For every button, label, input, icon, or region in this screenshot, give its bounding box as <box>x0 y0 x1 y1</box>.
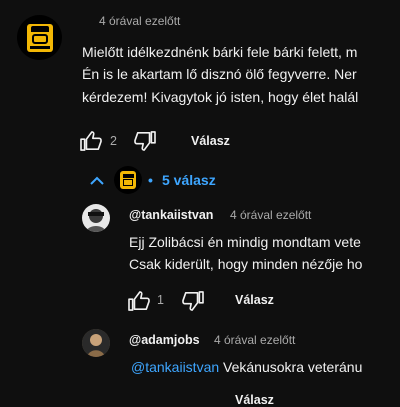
reply-1-like-button[interactable] <box>128 291 150 311</box>
comment-text-line-3: kérdezem! Kivagytok jó isten, hogy élet … <box>82 89 359 105</box>
replies-toggle-dot: • <box>148 172 153 188</box>
thumbs-down-icon <box>134 131 156 151</box>
reply-text-1-line-2: Csak kiderült, hogy minden nézője ho <box>129 256 363 272</box>
thumbs-down-icon <box>182 291 204 311</box>
reply-author-avatar-1[interactable] <box>82 204 110 232</box>
thumbs-up-icon <box>128 291 150 311</box>
replies-toggle[interactable]: • 5 válasz <box>88 166 228 194</box>
thumbs-up-icon <box>80 131 102 151</box>
reply-author-avatar-2[interactable] <box>82 329 110 357</box>
comment-author-avatar[interactable] <box>17 15 62 60</box>
like-count: 2 <box>110 134 117 148</box>
reply-timestamp-1: 4 órával ezelőtt <box>230 208 312 222</box>
replies-toggle-label: 5 válasz <box>162 172 216 188</box>
comment-timestamp: 4 órával ezelőtt <box>99 14 181 28</box>
like-button[interactable] <box>80 131 102 151</box>
channel-logo <box>26 23 53 52</box>
reply-1-reply-button[interactable]: Válasz <box>235 293 274 307</box>
reply-button[interactable]: Válasz <box>191 134 230 148</box>
reply-1-dislike-button[interactable] <box>182 291 204 311</box>
person-avatar-icon <box>82 329 110 357</box>
reply-text-1-line-1: Ejj Zolibácsi én mindig mondtam vete <box>129 234 361 250</box>
reply-2-reply-button[interactable]: Válasz <box>235 393 274 407</box>
reply-text-2: @tankaiistvan Vekánusokra veteránu <box>131 357 362 377</box>
comment-text-line-1: Mielőtt idélkezdnénk bárki fele bárki fe… <box>82 44 358 60</box>
reply-author-2[interactable]: @adamjobs <box>129 333 200 347</box>
reply-author-1[interactable]: @tankaiistvan <box>129 208 213 222</box>
dislike-button[interactable] <box>134 131 156 151</box>
replier-avatar <box>114 166 142 194</box>
comment-text-line-2: Én is le akartam lő disznó ölő fegyverre… <box>82 66 357 82</box>
reply-1-like-count: 1 <box>157 293 164 307</box>
reply-mention-link[interactable]: @tankaiistvan <box>131 359 219 375</box>
reply-timestamp-2: 4 órával ezelőtt <box>214 333 296 347</box>
channel-logo-small <box>120 171 136 189</box>
chevron-up-icon <box>90 176 104 185</box>
person-avatar-icon <box>86 209 106 232</box>
reply-text-2-content: Vekánusokra veteránu <box>219 359 363 375</box>
